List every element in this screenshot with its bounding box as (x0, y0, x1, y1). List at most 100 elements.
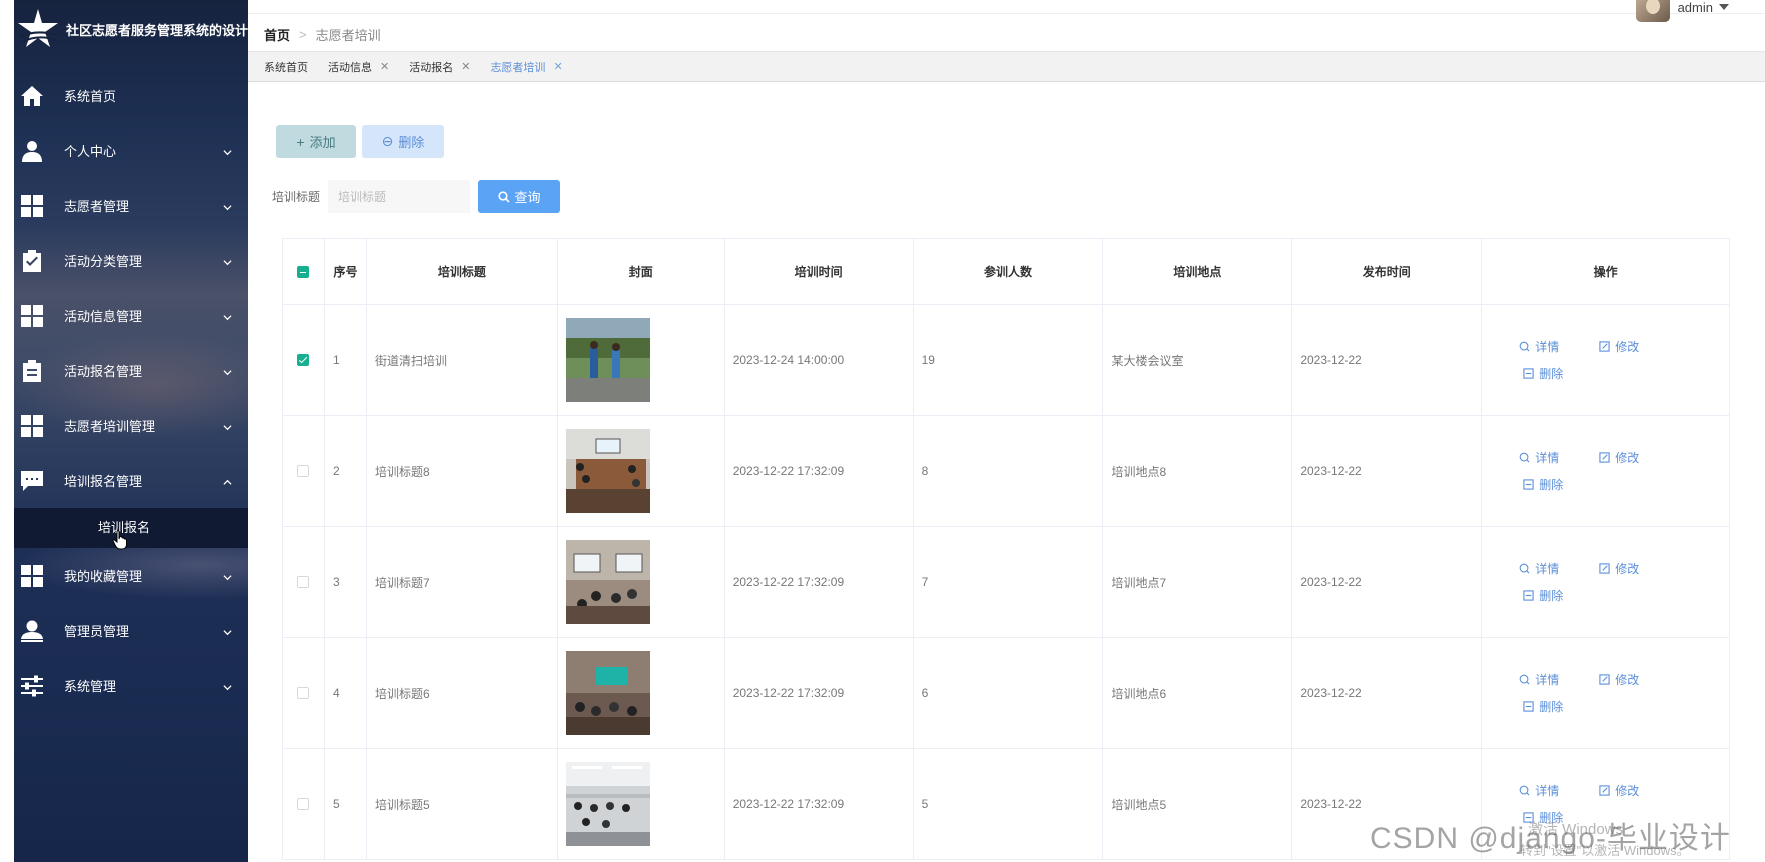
breadcrumb-home[interactable]: 首页 (264, 25, 290, 44)
sidebar-item-training-signup[interactable]: 培训报名管理 (14, 453, 248, 508)
row-select-cell (283, 749, 325, 860)
cover-image[interactable] (565, 651, 650, 735)
logo-row: 社区志愿者服务管理系统的设计与 (14, 0, 248, 58)
username[interactable]: admin (1678, 0, 1713, 15)
delete-button[interactable]: 删除 (1523, 587, 1563, 604)
cover-image[interactable] (565, 762, 650, 846)
sidebar-item-volunteer-management[interactable]: 志愿者管理 (14, 178, 248, 233)
row-checkbox[interactable] (297, 465, 310, 477)
sidebar-item-activity-category[interactable]: 活动分类管理 (14, 233, 248, 288)
grid-icon (19, 413, 45, 439)
sidebar-item-home[interactable]: 系统首页 (14, 68, 248, 123)
avatar[interactable] (1635, 0, 1670, 22)
tag-activity-signup[interactable]: 活动报名 ✕ (409, 59, 470, 75)
cover-image[interactable] (565, 318, 650, 402)
location-cell: 培训地点6 (1103, 638, 1293, 749)
app-root: 社区志愿者服务管理系统的设计与 系统首页 个人中心 志愿者管理 活动分类管理 活… (0, 0, 1765, 862)
sidebar-item-my-favorites[interactable]: 我的收藏管理 (14, 548, 248, 603)
tag-system-home[interactable]: 系统首页 (264, 59, 308, 75)
sidebar-item-label: 我的收藏管理 (64, 569, 143, 584)
plus-icon: + (296, 133, 305, 150)
tag-volunteer-training[interactable]: 志愿者培训 ✕ (490, 59, 562, 75)
edit-button[interactable]: 修改 (1599, 338, 1639, 355)
clipboard-icon (19, 358, 45, 384)
column-header: 培训标题 (366, 239, 558, 305)
location-cell: 培训地点7 (1103, 527, 1293, 638)
time-cell: 2023-12-22 17:32:09 (724, 416, 914, 527)
select-all-checkbox[interactable] (297, 265, 310, 278)
title-cell: 培训标题6 (366, 638, 558, 749)
row-select-cell (283, 305, 325, 416)
user-menu[interactable]: admin (1635, 0, 1729, 22)
sidebar-subitem-training-signup[interactable]: 培训报名 (14, 508, 248, 550)
chevron-down-icon (223, 145, 232, 156)
query-button[interactable]: 查询 (478, 180, 561, 213)
cover-image[interactable] (565, 429, 650, 513)
csdn-watermark: CSDN @django-毕业设计 (1370, 822, 1731, 855)
sidebar-item-label: 活动分类管理 (64, 254, 143, 269)
sidebar-item-admin-management[interactable]: 管理员管理 (14, 603, 248, 658)
grid-icon (19, 193, 45, 219)
sidebar-item-activity-info[interactable]: 活动信息管理 (14, 288, 248, 343)
search-input[interactable] (328, 180, 471, 213)
search-icon (497, 190, 510, 203)
search-label: 培训标题 (272, 190, 321, 204)
delete-label: 删除 (1539, 478, 1564, 492)
edit-label: 修改 (1615, 784, 1640, 798)
edit-icon (1599, 563, 1610, 574)
add-button[interactable]: + 添加 (276, 125, 356, 158)
logo-star-icon (18, 9, 58, 47)
sidebar: 社区志愿者服务管理系统的设计与 系统首页 个人中心 志愿者管理 活动分类管理 活… (14, 0, 248, 862)
tag-activity-info[interactable]: 活动信息 ✕ (328, 59, 389, 75)
cover-cell (557, 749, 725, 860)
detail-button[interactable]: 详情 (1519, 338, 1559, 355)
tag-label: 活动信息 (328, 61, 372, 74)
count-cell: 19 (913, 305, 1104, 416)
edit-label: 修改 (1615, 451, 1640, 465)
title-cell: 培训标题7 (366, 527, 558, 638)
row-actions: 详情 修改 删除 (1490, 527, 1729, 637)
location-cell: 培训地点5 (1103, 749, 1293, 860)
sidebar-item-personal-center[interactable]: 个人中心 (14, 123, 248, 178)
delete-button[interactable]: 删除 (1523, 365, 1563, 382)
breadcrumb-separator: > (299, 27, 307, 42)
edit-label: 修改 (1615, 673, 1640, 687)
count-cell: 5 (913, 749, 1104, 860)
sidebar-item-label: 管理员管理 (64, 624, 130, 639)
sidebar-item-volunteer-training[interactable]: 志愿者培训管理 (14, 398, 248, 453)
sidebar-item-activity-signup[interactable]: 活动报名管理 (14, 343, 248, 398)
chevron-down-icon (223, 420, 232, 431)
minus-square-icon (1523, 368, 1534, 379)
detail-button[interactable]: 详情 (1519, 449, 1559, 466)
edit-button[interactable]: 修改 (1599, 782, 1639, 799)
published-cell: 2023-12-22 (1292, 527, 1483, 638)
close-icon[interactable]: ✕ (380, 60, 389, 73)
breadcrumb-current: 志愿者培训 (315, 28, 381, 43)
chevron-down-icon (223, 680, 232, 691)
close-icon[interactable]: ✕ (553, 60, 562, 73)
close-icon[interactable]: ✕ (461, 60, 470, 73)
sidebar-item-label: 个人中心 (64, 144, 117, 159)
delete-button[interactable]: 删除 (1523, 698, 1563, 715)
row-checkbox[interactable] (297, 354, 310, 366)
column-header: 序号 (324, 239, 367, 305)
chevron-down-icon (223, 365, 232, 376)
detail-button[interactable]: 详情 (1519, 671, 1559, 688)
delete-button[interactable]: 删除 (1523, 476, 1563, 493)
delete-label: 删除 (1539, 700, 1564, 714)
edit-button[interactable]: 修改 (1599, 560, 1639, 577)
row-checkbox[interactable] (297, 687, 310, 699)
row-actions: 详情 修改 删除 (1490, 638, 1729, 748)
caret-down-icon[interactable] (1719, 4, 1729, 10)
edit-button[interactable]: 修改 (1599, 671, 1639, 688)
row-actions: 详情 修改 删除 (1490, 305, 1729, 415)
detail-button[interactable]: 详情 (1519, 560, 1559, 577)
edit-button[interactable]: 修改 (1599, 449, 1639, 466)
sidebar-item-system-management[interactable]: 系统管理 (14, 658, 248, 713)
cover-image[interactable] (565, 540, 650, 624)
batch-delete-button[interactable]: ⊖ 删除 (362, 125, 444, 158)
chevron-up-icon (223, 475, 232, 485)
detail-button[interactable]: 详情 (1519, 782, 1559, 799)
row-checkbox[interactable] (297, 576, 310, 588)
row-checkbox[interactable] (297, 798, 310, 810)
